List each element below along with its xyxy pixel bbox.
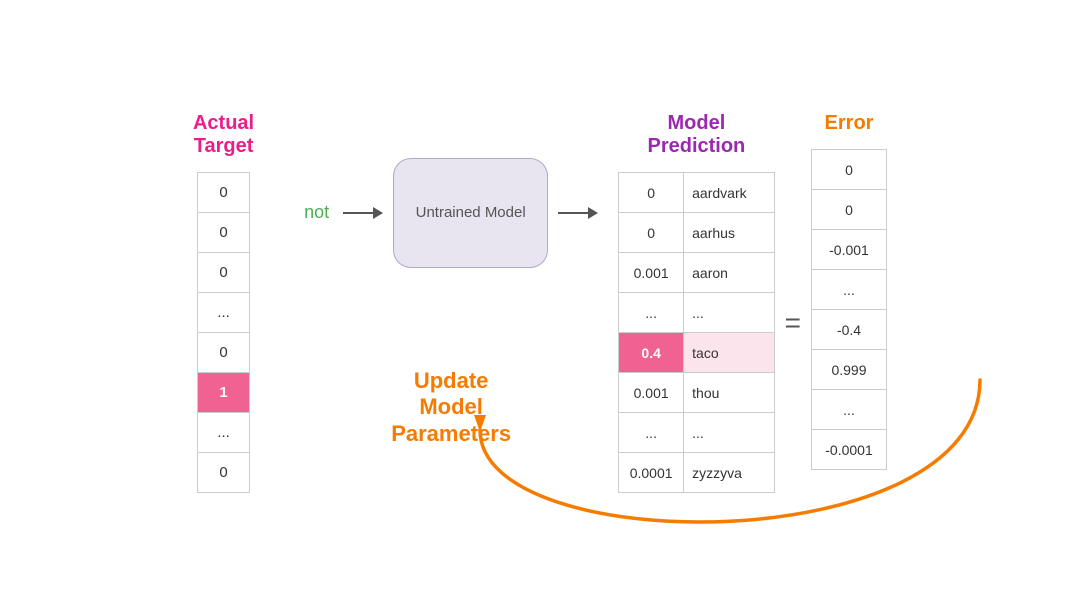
error-cell: ...	[812, 270, 887, 310]
actual-target-cell: 0	[198, 453, 250, 493]
error-cell: -0.4	[812, 310, 887, 350]
prediction-word-cell: ...	[684, 293, 774, 333]
error-cell: 0	[812, 190, 887, 230]
arrow-to-model	[343, 207, 383, 219]
actual-target-cell: 0	[198, 213, 250, 253]
prediction-values-table: 000.001...0.40.001...0.0001	[618, 172, 684, 493]
prediction-value-cell: 0.4	[619, 333, 684, 373]
error-title: Error	[825, 112, 874, 135]
prediction-value-cell: 0.001	[619, 253, 684, 293]
prediction-table-container: 000.001...0.40.001...0.0001 aardvarkaarh…	[618, 172, 775, 493]
main-container: Actual Target 000...01...0 not Untrained…	[0, 0, 1080, 605]
error-cell: -0.0001	[812, 430, 887, 470]
error-table: 00-0.001...-0.40.999...-0.0001	[811, 149, 887, 470]
actual-target-cell: 1	[198, 373, 250, 413]
middle-section: not Untrained Model Update Model Paramet…	[304, 158, 598, 447]
actual-target-cell: ...	[198, 413, 250, 453]
error-section: Error 00-0.001...-0.40.999...-0.0001	[811, 112, 887, 470]
prediction-value-cell: 0.001	[619, 373, 684, 413]
model-row: not Untrained Model	[304, 158, 598, 268]
arrow-from-model	[558, 207, 598, 219]
prediction-value-cell: ...	[619, 293, 684, 333]
prediction-value-cell: 0	[619, 213, 684, 253]
actual-target-title: Actual Target	[193, 112, 254, 158]
actual-target-cell: 0	[198, 333, 250, 373]
prediction-word-cell: thou	[684, 373, 774, 413]
model-prediction-title: Model Prediction	[647, 112, 745, 158]
right-section: Model Prediction 000.001...0.40.001...0.…	[618, 112, 887, 493]
actual-target-table: 000...01...0	[197, 172, 250, 493]
equals-sign: =	[775, 307, 811, 339]
prediction-words-table: aardvarkaarhusaaron...tacothou...zyzzyva	[684, 172, 775, 493]
error-cell: -0.001	[812, 230, 887, 270]
actual-target-section: Actual Target 000...01...0	[193, 112, 254, 493]
actual-target-cell: 0	[198, 253, 250, 293]
prediction-word-cell: aaron	[684, 253, 774, 293]
prediction-value-cell: ...	[619, 413, 684, 453]
prediction-word-cell: zyzzyva	[684, 453, 774, 493]
actual-target-cell: 0	[198, 173, 250, 213]
error-cell: ...	[812, 390, 887, 430]
prediction-word-cell: taco	[684, 333, 774, 373]
actual-target-cell: ...	[198, 293, 250, 333]
prediction-word-cell: aardvark	[684, 173, 774, 213]
prediction-value-cell: 0.0001	[619, 453, 684, 493]
prediction-value-cell: 0	[619, 173, 684, 213]
prediction-word-cell: aarhus	[684, 213, 774, 253]
update-label: Update Model Parameters	[391, 368, 511, 447]
model-box: Untrained Model	[393, 158, 548, 268]
not-label: not	[304, 202, 329, 223]
error-cell: 0.999	[812, 350, 887, 390]
prediction-word-cell: ...	[684, 413, 774, 453]
error-cell: 0	[812, 150, 887, 190]
prediction-section: Model Prediction 000.001...0.40.001...0.…	[618, 112, 775, 493]
